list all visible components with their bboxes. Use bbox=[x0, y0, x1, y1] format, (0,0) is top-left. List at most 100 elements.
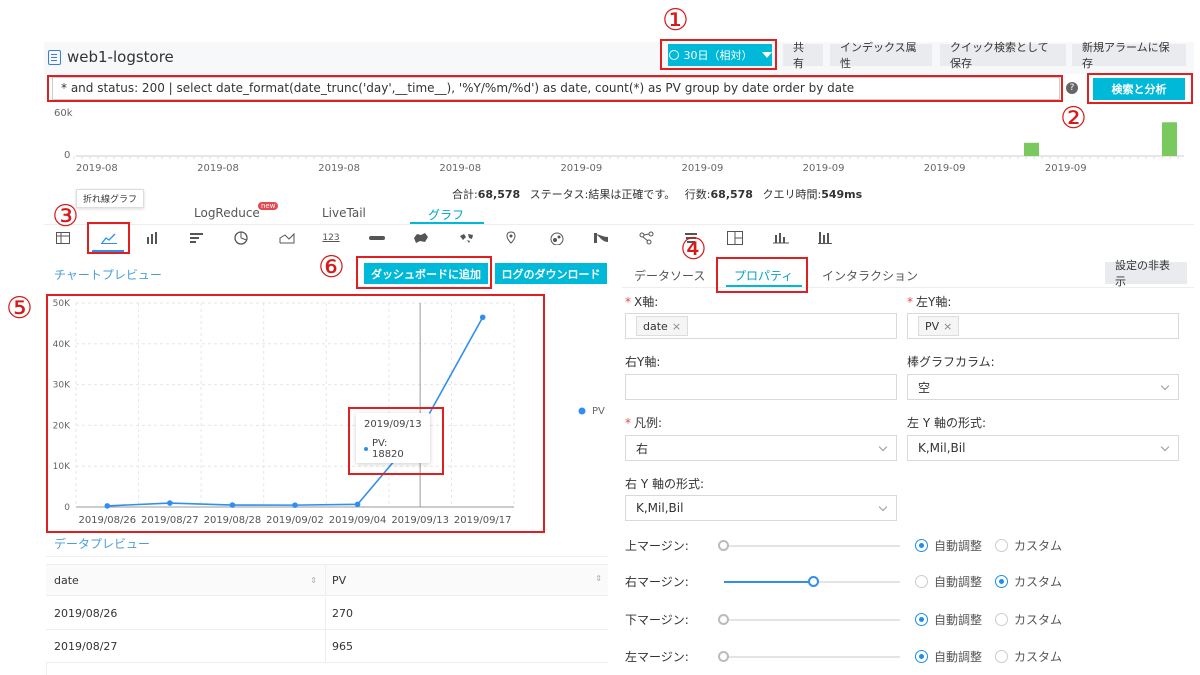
panel-tabs-divider bbox=[622, 287, 1194, 288]
custom-radio[interactable] bbox=[995, 575, 1008, 588]
download-log-button[interactable]: ログのダウンロード bbox=[495, 263, 607, 284]
sort-icon[interactable]: ⇕ bbox=[310, 576, 317, 585]
data-preview-title: データプレビュー bbox=[54, 537, 151, 551]
custom-radio[interactable] bbox=[995, 650, 1008, 663]
margin-slider-track[interactable] bbox=[724, 656, 900, 658]
y-tick-label: 30K bbox=[53, 381, 71, 391]
data-point bbox=[479, 314, 486, 321]
margin-slider-track[interactable] bbox=[724, 545, 900, 547]
x-tick-label: 2019/09/13 bbox=[391, 515, 449, 526]
x-axis-select[interactable]: date × bbox=[625, 313, 897, 339]
annotation-4: ④ bbox=[680, 232, 707, 267]
histogram-x-label: 2019-09 bbox=[682, 163, 724, 174]
auto-radio[interactable] bbox=[915, 613, 928, 626]
right-y-format-select[interactable]: K,Mil,Bil bbox=[625, 495, 897, 521]
flow-icon[interactable] bbox=[590, 228, 612, 248]
caret-down-icon bbox=[761, 52, 772, 58]
x-axis-tag: date × bbox=[636, 316, 689, 336]
table-header-date[interactable]: date ⇕ bbox=[46, 565, 326, 595]
margin-slider-handle[interactable] bbox=[718, 651, 729, 662]
right-y-format-label: 右 Y 軸の形式: bbox=[625, 477, 705, 491]
histogram-x-label: 2019-08 bbox=[76, 163, 118, 174]
custom-radio[interactable] bbox=[995, 539, 1008, 552]
sankey-icon[interactable] bbox=[636, 228, 658, 248]
margin-slider-handle[interactable] bbox=[718, 540, 729, 551]
table-header-pv[interactable]: PV ⇕ bbox=[326, 574, 608, 587]
line-chart-icon[interactable] bbox=[98, 228, 120, 248]
x-axis-label: * X軸: bbox=[625, 295, 659, 309]
data-point bbox=[292, 502, 298, 508]
table-scroll-area bbox=[46, 663, 608, 675]
left-y-format-select[interactable]: K,Mil,Bil bbox=[907, 435, 1179, 461]
help-icon[interactable]: ? bbox=[1066, 82, 1078, 94]
margin-slider-fill bbox=[724, 581, 814, 583]
horizontal-bar-icon[interactable] bbox=[186, 228, 208, 248]
tab-graph[interactable]: グラフ bbox=[428, 206, 464, 223]
column-icon[interactable] bbox=[814, 228, 836, 248]
map-icon[interactable] bbox=[410, 228, 432, 248]
legend-label: PV bbox=[592, 406, 605, 417]
chevron-down-icon bbox=[1160, 442, 1170, 452]
y-tick-label: 40K bbox=[53, 340, 71, 350]
location-icon[interactable] bbox=[500, 228, 522, 248]
pie-chart-icon[interactable] bbox=[230, 228, 252, 248]
add-to-dashboard-button[interactable]: ダッシュボードに追加 bbox=[364, 263, 488, 284]
tab-properties[interactable]: プロパティ bbox=[734, 267, 793, 284]
cross-table-icon[interactable] bbox=[770, 228, 792, 248]
auto-radio[interactable] bbox=[915, 539, 928, 552]
auto-radio[interactable] bbox=[915, 650, 928, 663]
table-row: 2019/08/26 270 bbox=[46, 597, 608, 630]
treemap-icon[interactable] bbox=[724, 228, 746, 248]
bar-column-select[interactable]: 空 bbox=[907, 374, 1179, 400]
hide-settings-button[interactable]: 設定の非表示 bbox=[1105, 259, 1187, 288]
chevron-down-icon bbox=[878, 502, 888, 512]
save-quick-search-button[interactable]: クイック検索として保存 bbox=[940, 41, 1066, 70]
auto-label: 自動調整 bbox=[934, 575, 983, 589]
margin-label: 下マージン: bbox=[625, 613, 689, 627]
area-chart-icon[interactable] bbox=[276, 228, 298, 248]
auto-radio[interactable] bbox=[915, 575, 928, 588]
histogram-y-bottom: 0 bbox=[64, 150, 70, 161]
line-chart-icon-underline bbox=[92, 250, 124, 252]
table-cell-date: 2019/08/27 bbox=[46, 630, 326, 662]
table-cell-pv: 965 bbox=[332, 639, 353, 653]
histogram-bar bbox=[1024, 142, 1039, 156]
remove-tag-icon[interactable]: × bbox=[943, 320, 952, 333]
custom-label: カスタム bbox=[1014, 539, 1063, 553]
time-range-button[interactable]: 30日（相対） bbox=[668, 44, 772, 66]
data-point bbox=[167, 500, 173, 506]
margin-slider-handle[interactable] bbox=[718, 614, 729, 625]
left-y-axis-select[interactable]: PV × bbox=[907, 313, 1179, 339]
auto-label: 自動調整 bbox=[934, 613, 983, 627]
index-attr-button[interactable]: インデックス属性 bbox=[830, 41, 932, 70]
custom-radio[interactable] bbox=[995, 613, 1008, 626]
histogram-x-label: 2019-09 bbox=[1045, 163, 1087, 174]
tab-logreduce[interactable]: LogReduce new bbox=[194, 202, 279, 220]
histogram-x-label: 2019-08 bbox=[439, 163, 481, 174]
save-alarm-button[interactable]: 新規アラームに保存 bbox=[1072, 41, 1186, 70]
tab-datasource[interactable]: データソース bbox=[634, 267, 705, 284]
margin-slider-track[interactable] bbox=[724, 619, 900, 621]
bubble-icon[interactable] bbox=[546, 228, 568, 248]
sort-icon[interactable]: ⇕ bbox=[595, 574, 602, 587]
tooltip-date: 2019/09/13 bbox=[364, 419, 422, 430]
x-tick-label: 2019/08/28 bbox=[204, 515, 262, 526]
legend-select[interactable]: 右 bbox=[625, 435, 897, 461]
tab-interaction[interactable]: インタラクション bbox=[822, 267, 918, 284]
margin-slider-handle[interactable] bbox=[808, 576, 819, 587]
remove-tag-icon[interactable]: × bbox=[672, 320, 681, 333]
table-row: 2019/08/27 965 bbox=[46, 630, 608, 663]
bar-chart-icon[interactable] bbox=[142, 228, 164, 248]
histogram-x-label: 2019-09 bbox=[803, 163, 845, 174]
right-y-axis-select[interactable] bbox=[625, 374, 897, 400]
legend-marker bbox=[578, 407, 586, 415]
table-cell-date: 2019/08/26 bbox=[46, 597, 326, 629]
number-icon[interactable]: 123 bbox=[320, 228, 342, 248]
custom-label: カスタム bbox=[1014, 650, 1063, 664]
share-button[interactable]: 共有 bbox=[783, 41, 823, 70]
tab-livetail[interactable]: LiveTail bbox=[322, 206, 366, 220]
search-analyze-button[interactable]: 検索と分析 bbox=[1093, 78, 1185, 100]
progress-icon[interactable] bbox=[366, 228, 388, 248]
world-map-icon[interactable] bbox=[456, 228, 478, 248]
query-input[interactable]: * and status: 200 | select date_format(d… bbox=[52, 77, 1060, 100]
